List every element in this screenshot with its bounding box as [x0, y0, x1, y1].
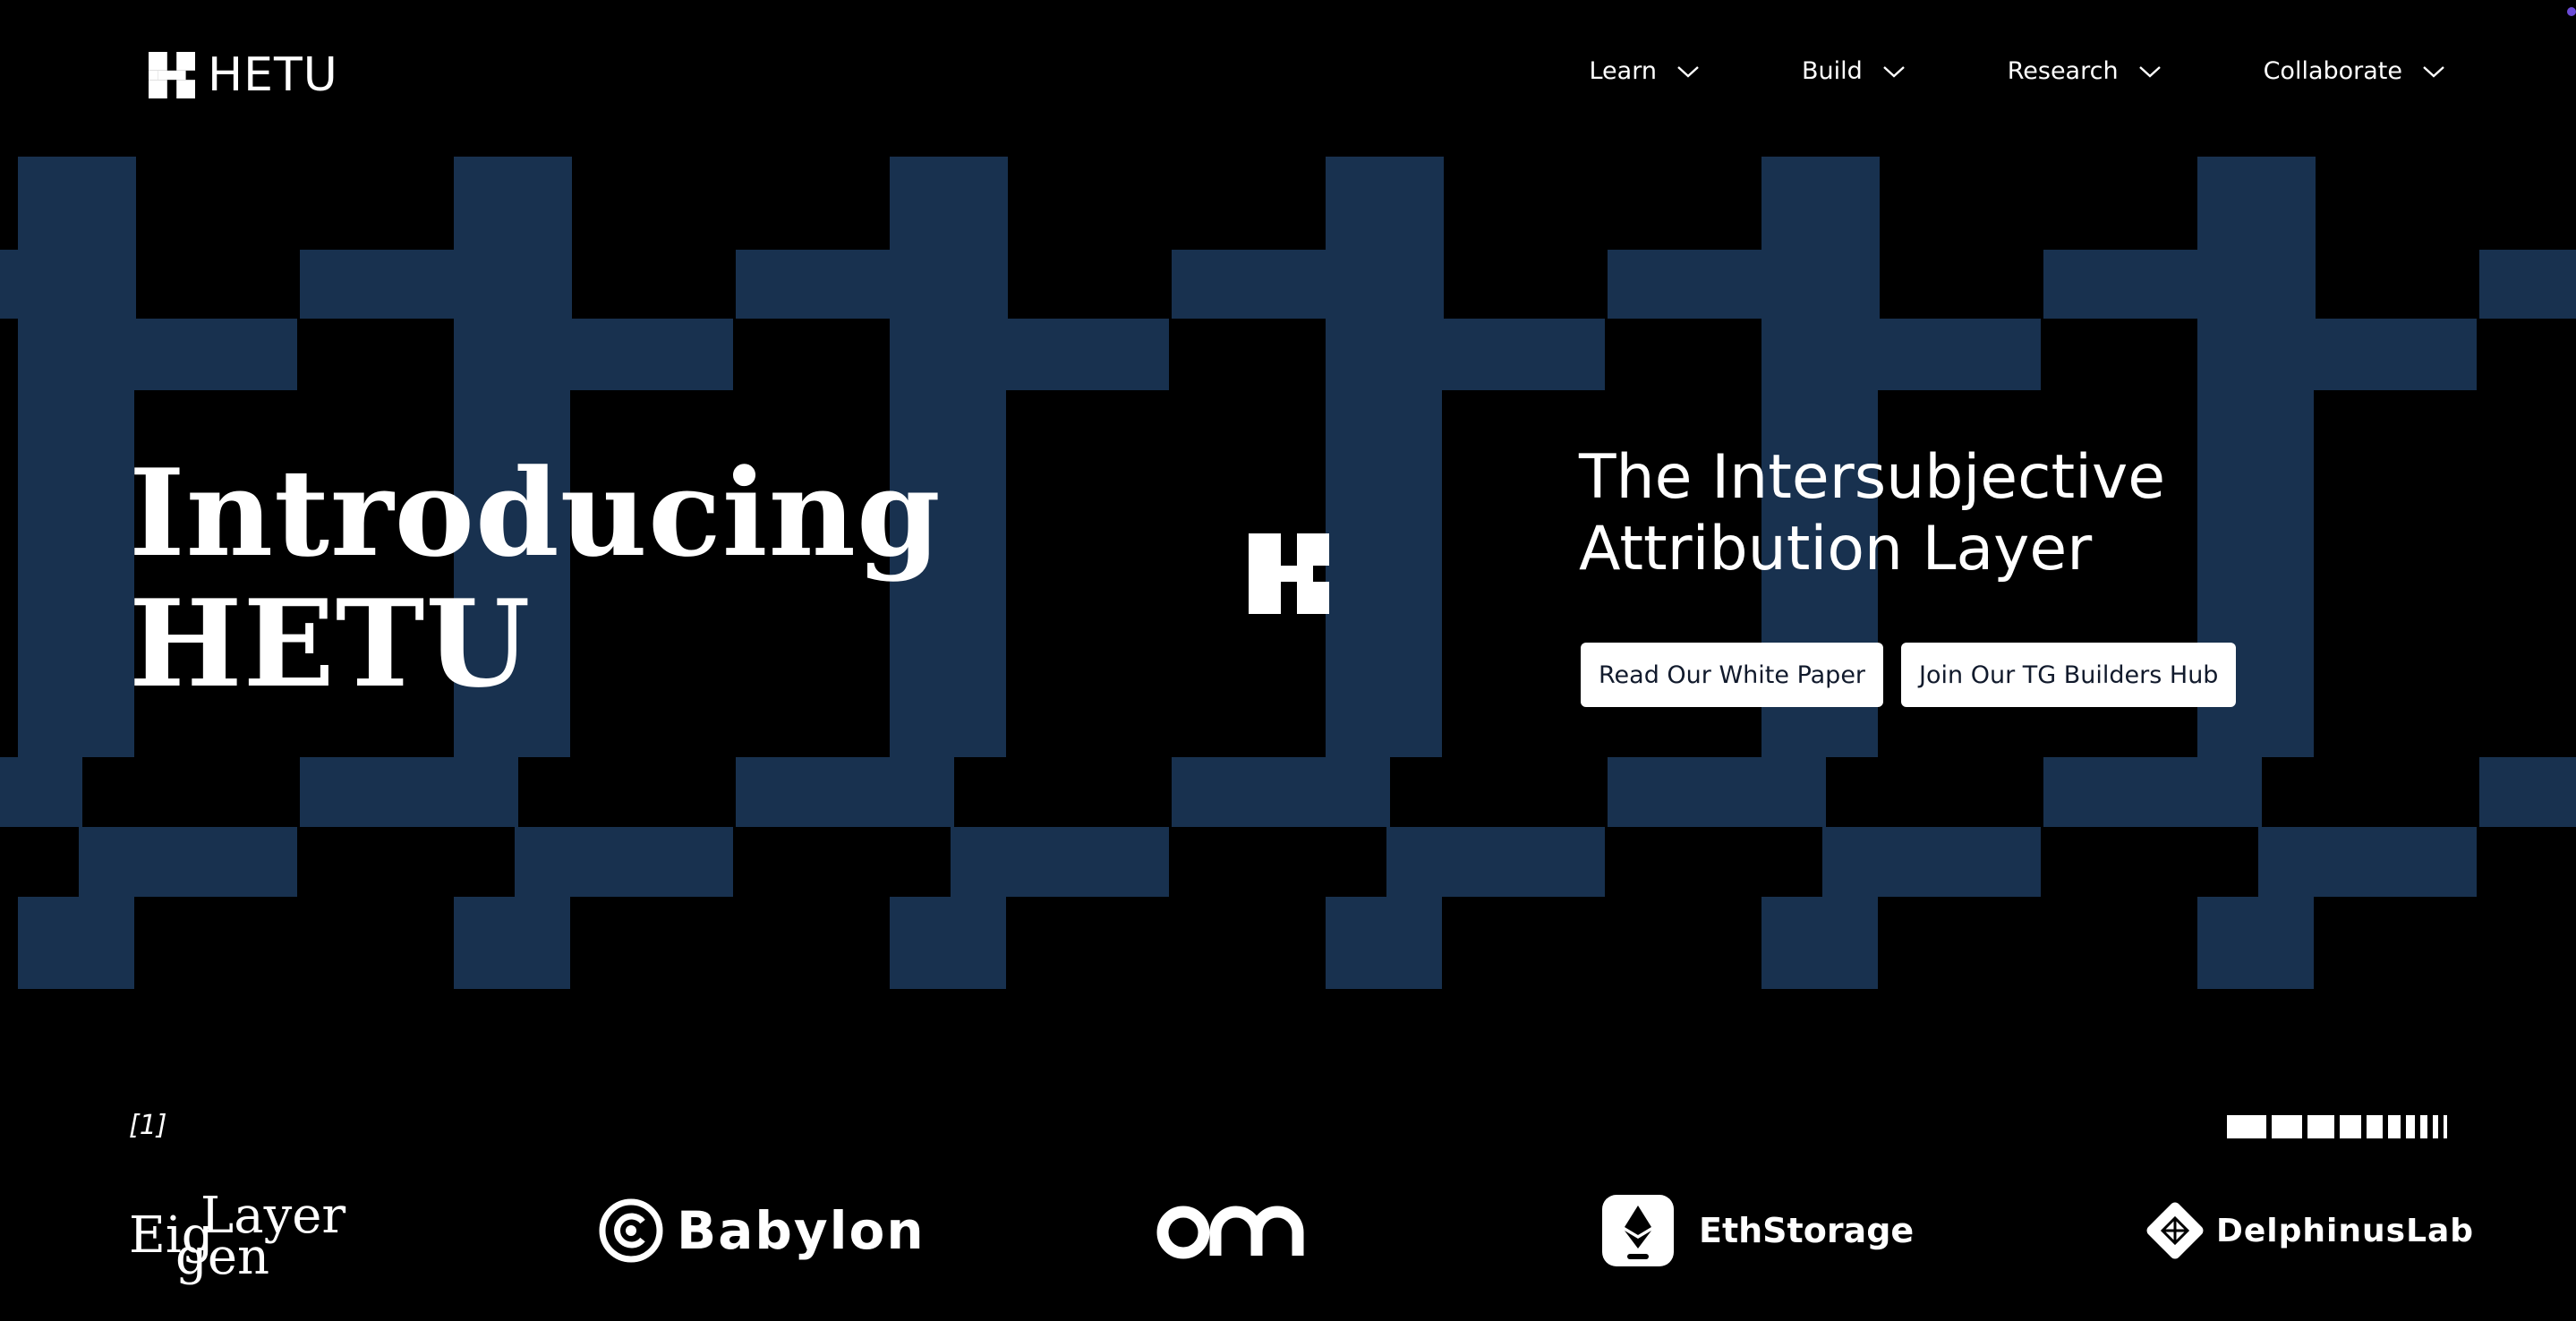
brand-logo[interactable]: HETU: [149, 52, 338, 98]
main-nav: Learn Build Research Collaborate: [1589, 57, 2445, 85]
slide-progress-indicator: [2227, 1115, 2447, 1138]
progress-segment: [2367, 1115, 2383, 1138]
nav-research-label: Research: [2007, 57, 2119, 85]
hero-title-line-2: HETU: [129, 573, 532, 714]
partner-eigenlayer[interactable]: Layer Eig gen: [129, 1181, 346, 1286]
hero-tagline-line-1: The Intersubjective: [1579, 442, 2166, 513]
delphinuslab-name: DelphinusLab: [2216, 1212, 2475, 1249]
hero-title: Introducing HETU: [129, 447, 942, 709]
chevron-down-icon: [1882, 64, 1906, 79]
chevron-down-icon: [2422, 64, 2445, 79]
nav-build-label: Build: [1801, 57, 1863, 85]
progress-segment: [2388, 1115, 2401, 1138]
ethereum-storage-icon: [1602, 1195, 1674, 1266]
partner-logos: Layer Eig gen Babylon ora EthStorage: [0, 1181, 2576, 1286]
hero-cta-row: Read Our White Paper Join Our TG Builder…: [1581, 643, 2237, 707]
nav-build[interactable]: Build: [1802, 57, 1906, 85]
partner-delphinuslab[interactable]: DelphinusLab: [2139, 1181, 2474, 1280]
progress-segment: [2340, 1115, 2361, 1138]
progress-segment: [2444, 1115, 2447, 1138]
read-white-paper-button[interactable]: Read Our White Paper: [1581, 643, 1884, 707]
progress-segment: [2406, 1115, 2415, 1138]
hetu-mark-icon: [1249, 533, 1329, 618]
ethstorage-name: EthStorage: [1699, 1211, 1915, 1250]
babylon-logo-icon: [599, 1198, 663, 1263]
nav-learn-label: Learn: [1589, 57, 1657, 85]
chevron-down-icon: [1676, 64, 1700, 79]
progress-segment: [2307, 1115, 2334, 1138]
chevron-down-icon: [2138, 64, 2162, 79]
progress-segment: [2433, 1115, 2438, 1138]
hero-tagline-line-2: Attribution Layer: [1579, 514, 2093, 584]
nav-collaborate[interactable]: Collaborate: [2264, 57, 2445, 85]
progress-segment: [2420, 1115, 2427, 1138]
hero-tagline: The Intersubjective Attribution Layer: [1579, 442, 2165, 585]
hetu-logo-icon: [149, 52, 195, 98]
footnote-marker: [1]: [129, 1110, 167, 1141]
partner-babylon[interactable]: Babylon: [598, 1181, 925, 1280]
brand-name: HETU: [208, 48, 338, 102]
progress-segment: [2272, 1115, 2302, 1138]
nav-collaborate-label: Collaborate: [2263, 57, 2402, 85]
partner-ora[interactable]: ora: [1156, 1181, 1314, 1280]
partner-ethstorage[interactable]: EthStorage: [1600, 1181, 1914, 1280]
delphinus-diamond-icon: [2146, 1202, 2204, 1259]
nav-learn[interactable]: Learn: [1589, 57, 1699, 85]
progress-segment: [2227, 1115, 2266, 1138]
hero-title-line-1: Introducing: [129, 442, 942, 584]
nav-research[interactable]: Research: [2008, 57, 2162, 85]
eigenlayer-wordmark: Layer Eig gen: [129, 1187, 346, 1286]
join-tg-builders-hub-button[interactable]: Join Our TG Builders Hub: [1901, 643, 2237, 707]
indicator-dot: [2567, 7, 2576, 16]
babylon-name: Babylon: [677, 1200, 925, 1261]
ora-logo-icon: [1156, 1206, 1304, 1259]
